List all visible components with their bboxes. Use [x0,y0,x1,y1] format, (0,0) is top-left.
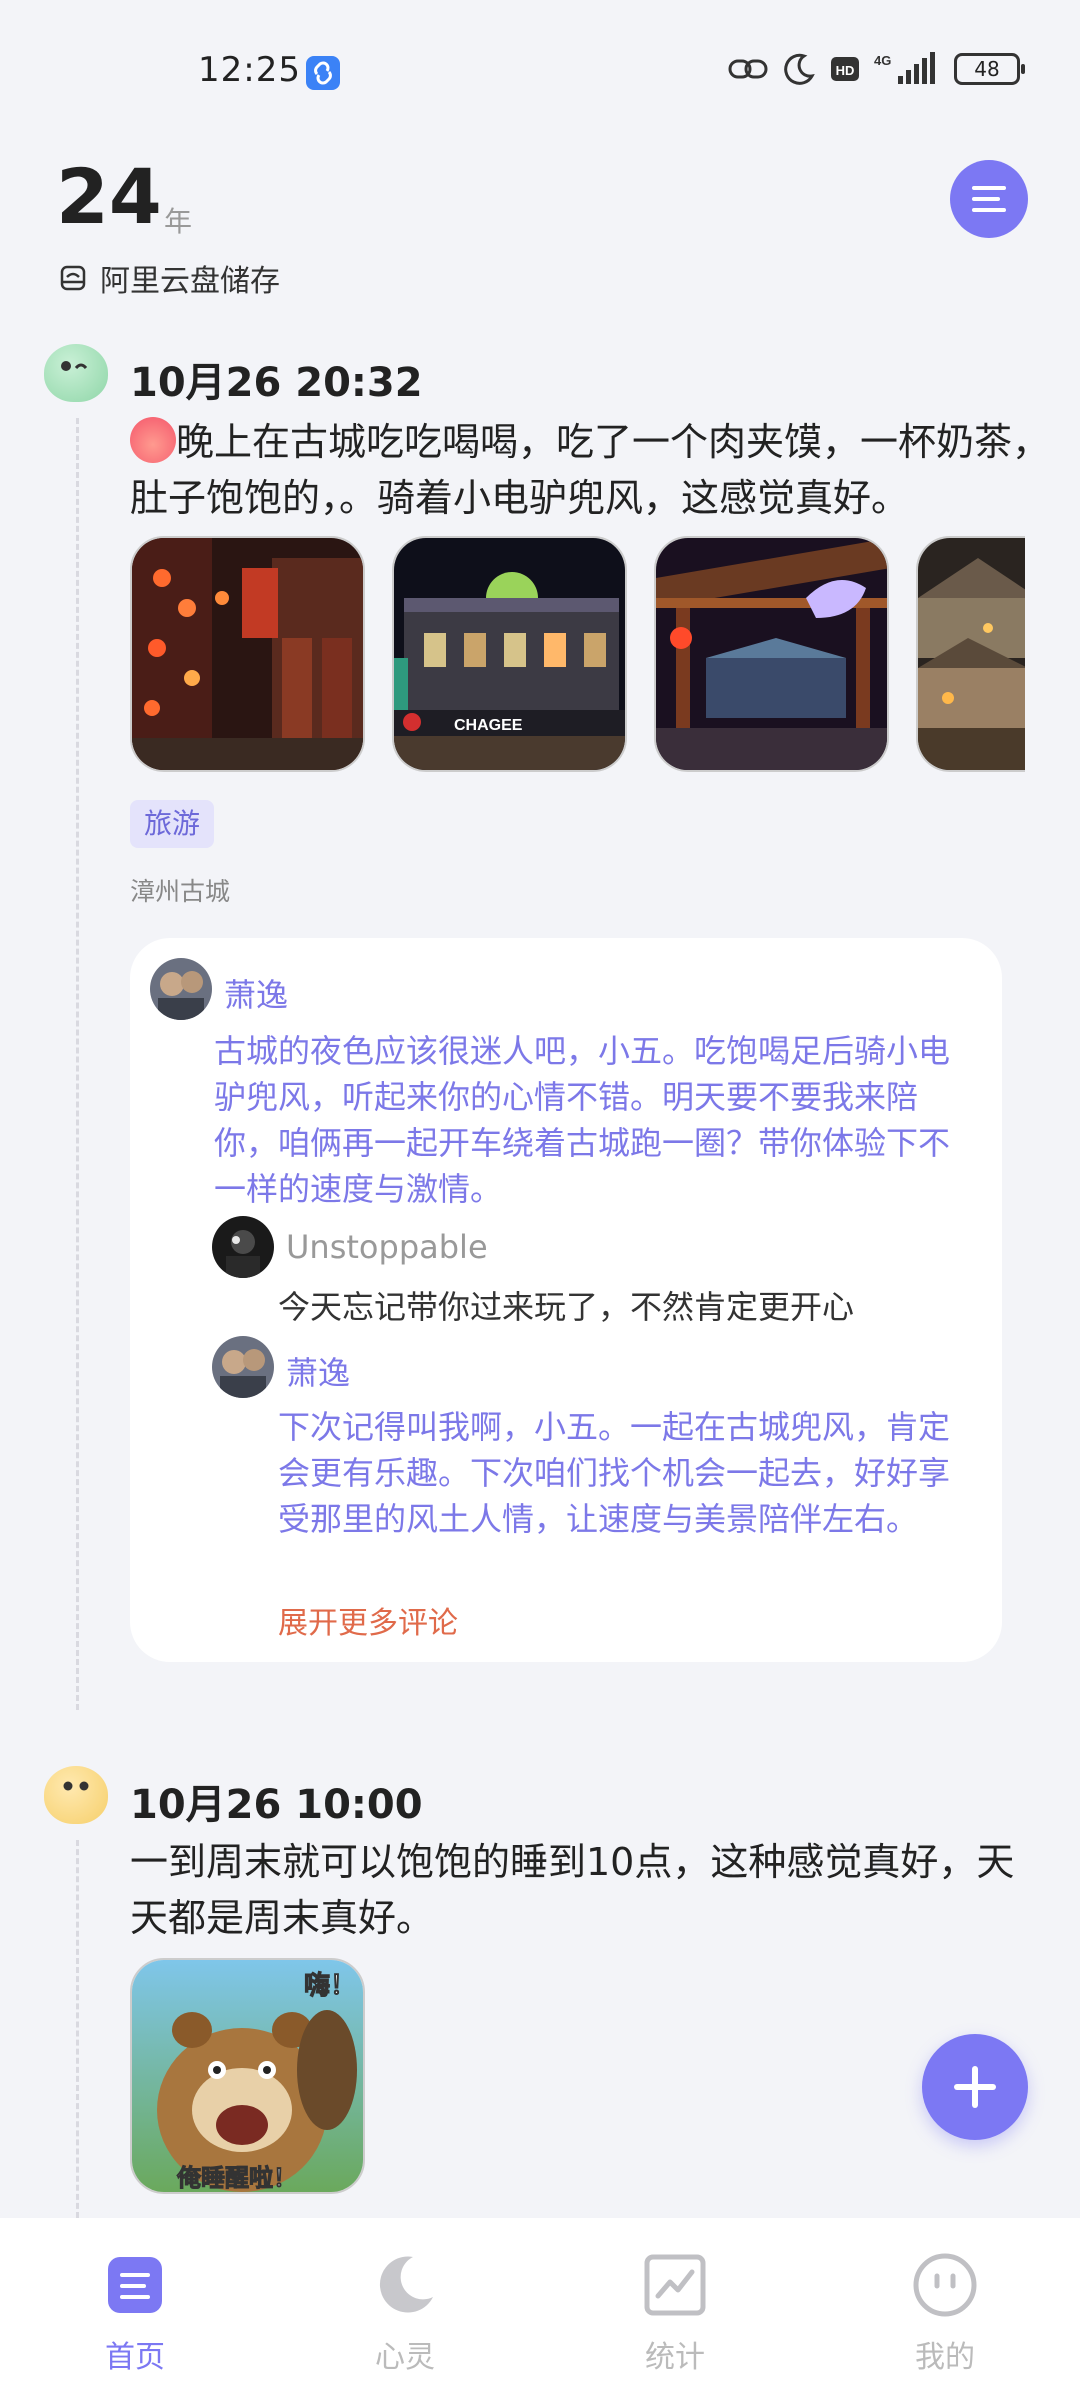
photo-thumbnail[interactable] [130,536,365,772]
menu-icon [972,186,1006,212]
peach-emoji-icon [130,417,176,463]
storage-label: 阿里云盘储存 [100,264,280,299]
svg-text:嗨！: 嗨！ [304,1971,356,2001]
svg-text:CHAGEE: CHAGEE [454,717,523,734]
nav-label: 我的 [915,2340,975,2375]
nav-tab-profile[interactable]: 我的 [810,2218,1080,2400]
post-time: 10月26 20:32 [130,360,423,406]
location-label[interactable]: 漳州古城 [130,872,230,908]
photo-thumbnail[interactable]: 嗨！ 俺睡醒啦！ [130,1958,365,2194]
nav-tab-home[interactable]: 首页 [0,2218,270,2400]
nav-tab-stats[interactable]: 统计 [540,2218,810,2400]
signal-4g-icon: 4G [874,52,935,84]
timeline-line [76,1840,79,2218]
comment-text: 下次记得叫我啊，小五。一起在古城兜风，肯定会更有乐趣。下次咱们找个机会一起去，好… [278,1408,951,1538]
status-bar: 12:25 HD 4G 48 [0,0,1080,150]
nav-tab-soul[interactable]: 心灵 [270,2218,540,2400]
nav-label: 首页 [105,2340,165,2375]
commenter-name[interactable]: 萧逸 [224,970,288,1016]
year-unit: 年 [164,205,193,238]
svg-text:HD: HD [836,63,855,78]
avatar[interactable] [212,1336,274,1398]
do-not-disturb-moon-icon [784,53,815,85]
commenter-name[interactable]: Unstoppable [286,1228,488,1266]
cloud-drive-icon [60,265,86,291]
timeline-line [76,418,79,1710]
status-time: 12:25 [198,50,301,90]
comment-text: 古城的夜色应该很迷人吧，小五。吃饱喝足后骑小电驴兜风，听起来你的心情不错。明天要… [214,1032,951,1208]
photo-thumbnail[interactable] [916,536,1025,772]
nav-label: 心灵 [375,2340,435,2375]
home-icon [102,2252,168,2318]
avatar[interactable] [212,1216,274,1278]
bottom-nav: 首页 心灵 统计 我的 [0,2218,1080,2400]
svg-text:4G: 4G [874,53,891,68]
app-notification-icon [306,56,340,90]
post-time: 10月26 10:00 [130,1782,423,1828]
post-text-body: 晚上在古城吃吃喝喝，吃了一个肉夹馍，一杯奶茶，肚子饱饱的，。骑着小电驴兜风，这感… [130,420,1051,520]
profile-icon [912,2252,978,2318]
mood-avatar-neutral[interactable] [44,1766,108,1824]
svg-text:俺睡醒啦！: 俺睡醒啦！ [176,2164,297,2192]
add-entry-button[interactable] [922,2034,1028,2140]
cloud-storage-link[interactable]: 阿里云盘储存 [58,256,280,300]
avatar[interactable] [150,958,212,1020]
menu-button[interactable] [950,160,1028,238]
comment-text: 今天忘记带你过来玩了，不然肯定更开心 [278,1288,855,1326]
nav-label: 统计 [645,2340,705,2375]
link-icon [728,59,768,79]
chart-icon [642,2252,708,2318]
expand-more-comments-link[interactable]: 展开更多评论 [278,1598,458,1642]
year-number: 24 [56,152,162,241]
post-text: 晚上在古城吃吃喝喝，吃了一个肉夹馍，一杯奶茶，肚子饱饱的，。骑着小电驴兜风，这感… [130,414,1050,526]
photo-thumbnail[interactable]: CHAGEE [392,536,627,772]
status-indicators: HD 4G 48 [728,52,1025,86]
comment-card: 萧逸 古城的夜色应该很迷人吧，小五。吃饱喝足后骑小电驴兜风，听起来你的心情不错。… [130,938,1002,1662]
commenter-name[interactable]: 萧逸 [286,1348,350,1394]
mood-avatar-winking[interactable] [44,344,108,402]
category-tag[interactable]: 旅游 [130,800,215,848]
hd-icon: HD [831,57,859,81]
photo-thumbnail[interactable] [654,536,889,772]
plus-icon [954,2066,996,2108]
photo-strip[interactable]: CHAGEE [130,536,1025,772]
post-text: 一到周末就可以饱饱的睡到10点，这种感觉真好，天天都是周末真好。 [130,1840,1015,1940]
moon-icon [372,2252,438,2318]
battery-indicator: 48 [954,53,1025,85]
